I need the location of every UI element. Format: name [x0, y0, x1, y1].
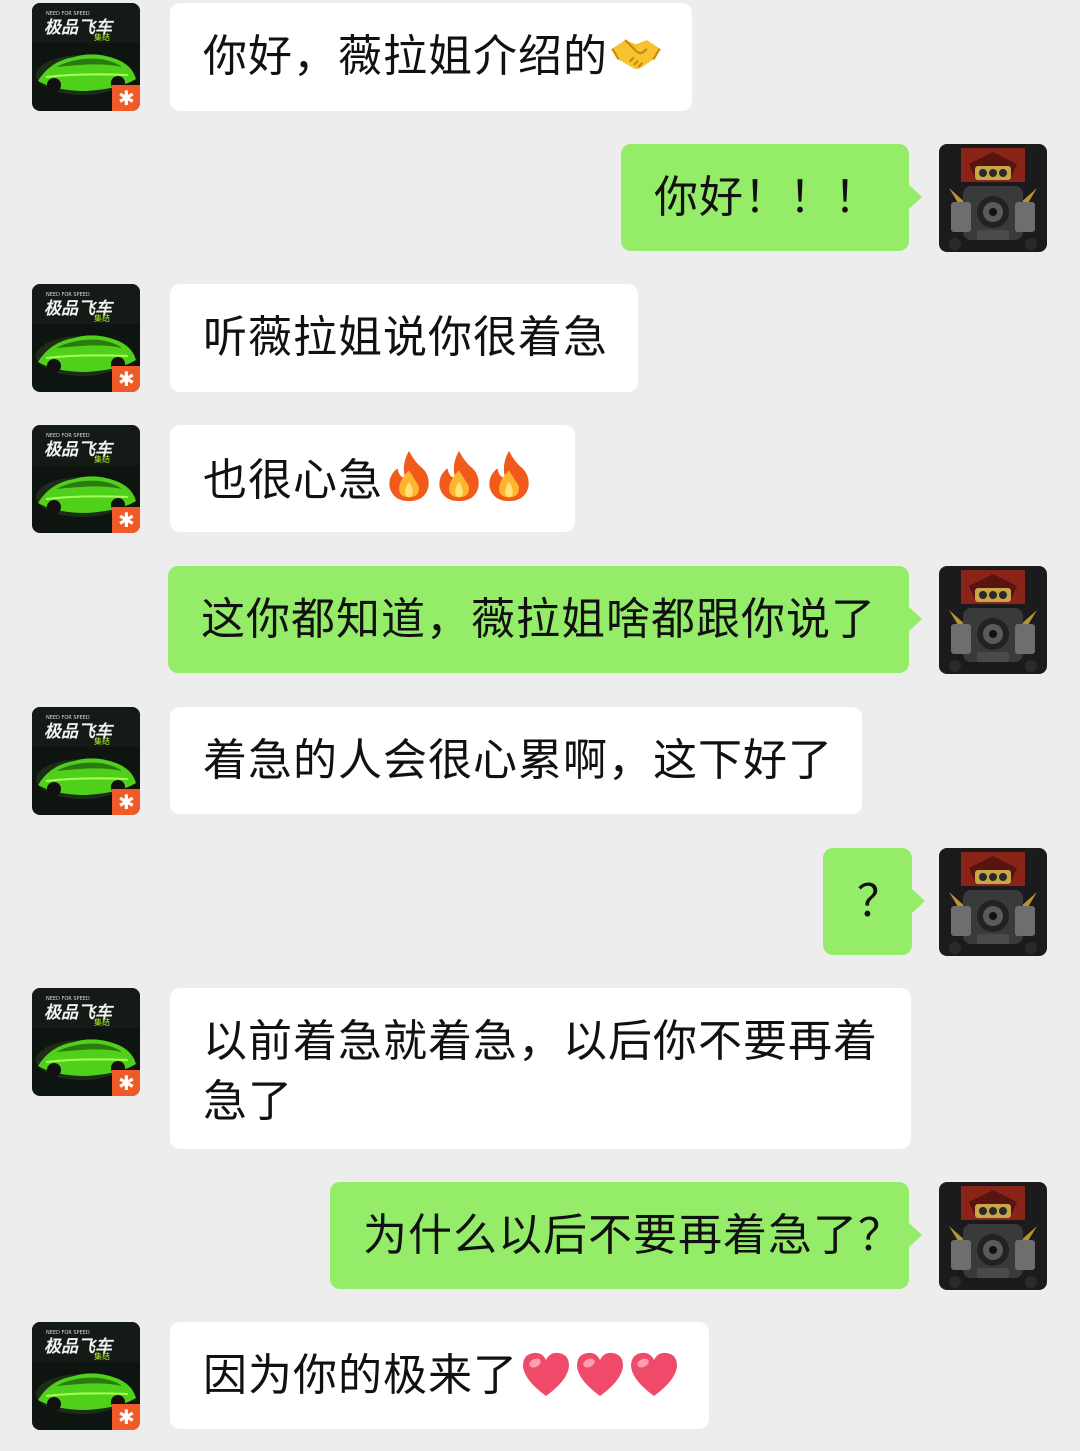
need-for-speed-avatar-icon: [32, 425, 140, 533]
fire-icon: [435, 449, 483, 503]
contact-avatar[interactable]: [32, 3, 140, 111]
fire-icon: [385, 449, 433, 503]
message-text: 因为你的极来了: [203, 1350, 518, 1401]
contact-avatar[interactable]: [32, 1322, 140, 1430]
need-for-speed-avatar-icon: [32, 3, 140, 111]
contact-avatar[interactable]: [32, 284, 140, 392]
contact-avatar[interactable]: [32, 707, 140, 815]
message-text: 这你都知道，薇拉姐啥都跟你说了: [201, 594, 876, 645]
engine-avatar-icon: [939, 1182, 1047, 1290]
message-text: 为什么以后不要再着急了？: [363, 1210, 903, 1261]
heart-icon: [628, 1350, 680, 1398]
need-for-speed-avatar-icon: [32, 284, 140, 392]
user-avatar[interactable]: [939, 1182, 1047, 1290]
message-bubble-outgoing[interactable]: ？: [823, 848, 925, 955]
message-bubble-incoming[interactable]: 你好，薇拉姐介绍的: [170, 3, 692, 111]
message-bubble-outgoing[interactable]: 为什么以后不要再着急了？: [330, 1182, 922, 1289]
contact-avatar[interactable]: [32, 988, 140, 1096]
message-text: 着急的人会很心累啊，这下好了: [203, 735, 833, 786]
message-text: 以前着急就着急，以后你不要再着急了: [203, 1016, 878, 1127]
message-bubble-incoming[interactable]: 也很心急: [170, 425, 575, 532]
message-bubble-outgoing[interactable]: 你好！！！: [621, 144, 922, 251]
engine-avatar-icon: [939, 144, 1047, 252]
message-bubble-incoming[interactable]: 以前着急就着急，以后你不要再着急了: [170, 988, 911, 1149]
user-avatar[interactable]: [939, 566, 1047, 674]
message-text: ？: [857, 876, 902, 927]
message-bubble-incoming[interactable]: 听薇拉姐说你很着急: [170, 284, 638, 392]
message-text: 你好！！！: [654, 172, 879, 223]
need-for-speed-avatar-icon: [32, 707, 140, 815]
need-for-speed-avatar-icon: [32, 1322, 140, 1430]
chat-area: 你好，薇拉姐介绍的 你好！！！ 听薇拉姐说你很着急 也很心急 这你都知道，薇拉姐…: [0, 0, 1080, 1451]
engine-avatar-icon: [939, 566, 1047, 674]
need-for-speed-avatar-icon: [32, 988, 140, 1096]
user-avatar[interactable]: [939, 848, 1047, 956]
handshake-icon: [610, 27, 662, 79]
heart-icon: [520, 1350, 572, 1398]
message-bubble-outgoing[interactable]: 这你都知道，薇拉姐啥都跟你说了: [168, 566, 922, 673]
contact-avatar[interactable]: [32, 425, 140, 533]
heart-icon: [574, 1350, 626, 1398]
engine-avatar-icon: [939, 848, 1047, 956]
message-text: 听薇拉姐说你很着急: [203, 312, 608, 363]
user-avatar[interactable]: [939, 144, 1047, 252]
message-text: 你好，薇拉姐介绍的: [203, 31, 608, 82]
fire-icon: [485, 449, 533, 503]
message-text: 也很心急: [203, 455, 383, 506]
message-bubble-incoming[interactable]: 着急的人会很心累啊，这下好了: [170, 707, 862, 814]
message-bubble-incoming[interactable]: 因为你的极来了: [170, 1322, 709, 1429]
